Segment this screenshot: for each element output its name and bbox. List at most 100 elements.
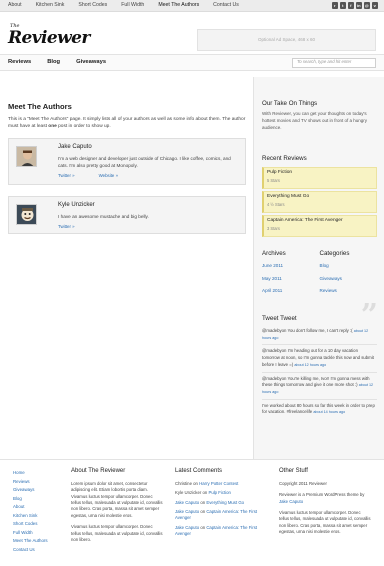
review-title: Everything Must Go [267,194,310,199]
comment-on: on [200,524,206,530]
logo-name: Reviewer [8,28,90,48]
comment-on: on [202,490,208,496]
tweet-item: @madebyon I'm heading out for a 10 day v… [262,348,377,373]
review-stars: 4 ½ Stars [267,201,285,207]
footer-link-full-width[interactable]: Full Width [13,529,48,538]
author-info: Jake Caputo I'm a web designer and devel… [58,143,241,180]
author-twitter-link[interactable]: Twitter » [58,224,75,230]
credit-link[interactable]: Jake Caputo [279,499,303,504]
review-stars: 5 Stars [267,177,280,183]
tweet-text: @madebyon You don't follow me, I can't r… [262,327,353,333]
footer-other-text: Vivamus luctus tempor ullamcorper. Donec… [279,510,371,535]
main-content: Meet The Authors This is a "Meet The Aut… [0,77,253,459]
intro-bold: one [48,124,57,130]
archives-title: Archives [262,250,286,257]
top-bar: About Kitchen Sink Short Codes Full Widt… [0,0,384,12]
category-link[interactable]: Giveaways [320,276,378,283]
page-title: Meet The Authors [8,102,72,111]
site-logo[interactable]: The Reviewer [8,23,90,48]
footer-comments: Latest Comments Christine on Harry Potte… [175,467,267,541]
comment-post-link[interactable]: Harry Potter Contest [199,481,238,486]
vimeo-icon[interactable]: v [371,2,378,9]
comment-author: Christine [175,480,192,486]
author-links: Twitter » Website » [58,173,241,179]
footer-link-giveaways[interactable]: Giveaways [13,486,48,495]
author-bio: I'm a web designer and developer just ou… [58,155,231,168]
comment-post-link[interactable]: Pulp Fiction [208,490,230,495]
tweet-time[interactable]: about 12 hours ago [294,363,326,367]
footer-link-blog[interactable]: Blog [13,495,48,504]
tweet-time[interactable]: about 14 hours ago [313,410,345,414]
author-links: Twitter » [58,224,241,230]
author-card: Kyle Unzicker I have an awesome mustache… [8,196,246,234]
twitter-icon[interactable]: t [339,2,346,9]
avatar [16,146,37,167]
review-item[interactable]: Pulp Fiction 5 Stars [262,167,377,189]
intro-text-end: post in order to show up. [56,124,111,130]
categories-widget: Categories Blog Giveaways Reviews [320,250,378,301]
recent-reviews-title: Recent Reviews [262,155,307,162]
archive-link[interactable]: April 2011 [262,288,320,295]
footer-about-text: Vivamus luctus tempor ullamcorper. Donec… [71,524,163,543]
comment-on: on [200,499,206,505]
footer-link-contact-us[interactable]: Contact Us [13,546,48,555]
footer-about: About The Reviewer Lorem ipsum dolor sit… [71,467,163,549]
ad-space[interactable]: Optional Ad Space, 468 x 60 [197,29,376,51]
author-bio: I have an awesome mustache and big belly… [58,213,149,219]
comment-item: Jake Caputo on Captain America: The Firs… [175,525,267,538]
author-twitter-link[interactable]: Twitter » [58,173,75,179]
footer-menu: Home Reviews Giveaways Blog About Kitche… [13,469,48,554]
top-nav-kitchen-sink[interactable]: Kitchen Sink [36,2,65,10]
archive-link[interactable]: June 2011 [262,263,320,270]
main-nav-giveaways[interactable]: Giveaways [76,58,106,66]
author-website-link[interactable]: Website » [99,173,118,179]
footer-link-kitchen-sink[interactable]: Kitchen Sink [13,512,48,521]
footer-link-home[interactable]: Home [13,469,48,478]
category-link[interactable]: Blog [320,263,378,270]
footer-link-reviews[interactable]: Reviews [13,478,48,487]
review-item[interactable]: Captain America: The First Avenger 3 Sta… [262,215,377,237]
search-input[interactable]: To search, type and hit enter [292,57,376,68]
rss-icon[interactable]: r [331,2,338,9]
comment-author-link[interactable]: Jake Caputo [175,509,199,514]
top-nav-about[interactable]: About [8,2,22,10]
recent-reviews-list: Pulp Fiction 5 Stars Everything Must Go … [262,167,377,239]
intro-text: This is a "Meet The Authors" page. It si… [8,117,246,130]
top-nav-contact-us[interactable]: Contact Us [213,2,239,10]
comment-item: Jake Caputo on Everything Must Go [175,500,267,506]
comment-author: Kyle Unzicker [175,490,202,496]
comment-post-link[interactable]: Everything Must Go [206,500,244,505]
email-icon[interactable]: @ [363,2,370,9]
footer-link-about[interactable]: About [13,503,48,512]
author-card: Jake Caputo I'm a web designer and devel… [8,138,246,185]
comment-author-link[interactable]: Jake Caputo [175,525,199,530]
main-nav-reviews[interactable]: Reviews [8,58,31,66]
top-nav-full-width[interactable]: Full Width [121,2,144,10]
footer-other-title: Other Stuff [279,468,308,474]
top-nav-meet-the-authors[interactable]: Meet The Authors [158,2,199,10]
review-title: Captain America: The First Avenger [267,218,343,223]
archives-categories: Archives June 2011 May 2011 April 2011 C… [262,250,377,301]
top-nav-short-codes[interactable]: Short Codes [78,2,107,10]
main-nav-blog[interactable]: Blog [47,58,60,66]
header: The Reviewer Optional Ad Space, 468 x 60 [0,12,384,54]
page-intro: This is a "Meet The Authors" page. It si… [8,116,246,131]
review-stars: 3 Stars [267,225,280,231]
author-name: Jake Caputo [58,144,92,150]
review-item[interactable]: Everything Must Go 4 ½ Stars [262,191,377,213]
footer-comments-title: Latest Comments [175,468,223,474]
tweets-title: Tweet Tweet [262,315,297,322]
facebook-icon[interactable]: f [347,2,354,9]
linkedin-icon[interactable]: in [355,2,362,9]
comment-item: Jake Caputo on Captain America: The Firs… [175,509,267,522]
footer-about-title: About The Reviewer [71,468,126,474]
category-link[interactable]: Reviews [320,288,378,295]
tweet-item: @madebyon You don't follow me, I can't r… [262,327,377,346]
archive-link[interactable]: May 2011 [262,276,320,283]
footer-link-short-codes[interactable]: Short Codes [13,520,48,529]
author-name: Kyle Unzicker [58,202,95,208]
sidebar: Our Take On Things With Reviewer, you ca… [253,77,384,459]
comment-item: Kyle Unzicker on Pulp Fiction [175,490,267,496]
footer-link-meet-the-authors[interactable]: Meet The Authors [13,537,48,546]
comment-author-link[interactable]: Jake Caputo [175,500,199,505]
